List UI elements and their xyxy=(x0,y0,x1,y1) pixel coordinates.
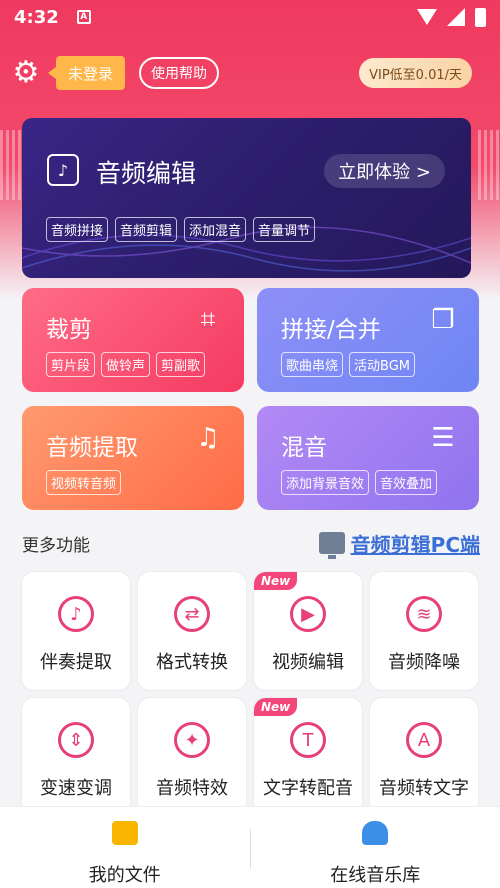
text-to-speech-icon: T xyxy=(290,722,326,758)
folder-icon xyxy=(111,821,138,845)
new-badge: New xyxy=(254,572,298,590)
crop-icon: ⌗ xyxy=(200,305,216,335)
concat-card-title: 拼接/合并 xyxy=(281,317,381,343)
card-tag[interactable]: 做铃声 xyxy=(101,352,151,377)
card-tag[interactable]: 添加背景音效 xyxy=(281,470,370,495)
extract-card-title: 音频提取 xyxy=(46,435,138,461)
tool-label: 音频降噪 xyxy=(388,652,460,673)
vip-button[interactable]: VIP低至0.01/天 xyxy=(359,58,472,88)
nav-label: 我的文件 xyxy=(88,865,161,886)
banner-tags: 音频拼接 音频剪辑 添加混音 音量调节 xyxy=(46,217,316,242)
more-features-label: 更多功能 xyxy=(22,535,90,556)
video-icon: ▶ xyxy=(290,596,326,632)
banner-tag[interactable]: 音量调节 xyxy=(253,217,316,242)
status-bar: 4:32 A xyxy=(0,0,500,34)
tool-audio-effects[interactable]: ✦ 音频特效 xyxy=(138,698,246,816)
speed-icon: ⇕ xyxy=(58,722,94,758)
tool-label: 视频编辑 xyxy=(272,652,344,673)
concat-card[interactable]: 拼接/合并 ❐ 歌曲串烧 活动BGM xyxy=(257,288,479,392)
new-badge: New xyxy=(254,698,298,716)
nav-music-library[interactable]: 在线音乐库 xyxy=(251,807,500,888)
tool-text-to-speech[interactable]: New T 文字转配音 xyxy=(254,698,362,816)
headphones-icon xyxy=(362,821,389,845)
banner-tag[interactable]: 音频剪辑 xyxy=(115,217,178,242)
audio-edit-banner[interactable]: ♪ 音频编辑 立即体验 > 音频拼接 音频剪辑 添加混音 音量调节 xyxy=(22,118,471,278)
magic-wand-icon: ✦ xyxy=(174,722,210,758)
convert-icon: ⇄ xyxy=(174,596,210,632)
wifi-icon xyxy=(417,9,437,25)
status-time: 4:32 xyxy=(14,6,59,28)
try-now-button[interactable]: 立即体验 > xyxy=(324,154,445,188)
pc-link-label: 音频剪辑PC端 xyxy=(350,532,480,557)
signal-icon xyxy=(447,8,465,26)
music-edit-icon: ♪ xyxy=(47,154,79,186)
card-tag[interactable]: 剪片段 xyxy=(46,352,96,377)
more-features-row: 更多功能 音频剪辑PC端 xyxy=(22,528,480,559)
equalizer-decoration-right xyxy=(478,130,500,200)
notification-a-icon: A xyxy=(76,10,91,24)
pc-version-link[interactable]: 音频剪辑PC端 xyxy=(318,529,480,559)
nav-my-files[interactable]: 我的文件 xyxy=(0,807,250,888)
tool-label: 格式转换 xyxy=(156,652,228,673)
banner-tag[interactable]: 音频拼接 xyxy=(46,217,109,242)
tool-format-convert[interactable]: ⇄ 格式转换 xyxy=(138,572,246,690)
tool-label: 伴奏提取 xyxy=(40,652,112,673)
tool-label: 音频转文字 xyxy=(379,778,469,799)
mix-card-title: 混音 xyxy=(281,435,327,461)
card-tag[interactable]: 音效叠加 xyxy=(375,470,438,495)
bottom-nav: 我的文件 在线音乐库 xyxy=(0,806,500,888)
monitor-icon xyxy=(318,532,345,559)
login-badge[interactable]: 未登录 xyxy=(47,56,126,90)
tool-video-edit[interactable]: New ▶ 视频编辑 xyxy=(254,572,362,690)
top-bar: ⚙ 未登录 使用帮助 VIP低至0.01/天 xyxy=(10,54,472,92)
tool-label: 文字转配音 xyxy=(263,778,353,799)
battery-icon xyxy=(475,7,486,27)
tool-accompaniment-extract[interactable]: ♪ 伴奏提取 xyxy=(22,572,130,690)
music-note-icon: ♪ xyxy=(58,596,94,632)
gear-icon[interactable]: ⚙ xyxy=(10,57,42,89)
extract-icon: ♫ xyxy=(196,423,220,453)
banner-tag[interactable]: 添加混音 xyxy=(184,217,247,242)
card-tag[interactable]: 歌曲串烧 xyxy=(281,352,344,377)
banner-title: 音频编辑 xyxy=(96,159,197,188)
sliders-icon: ☰ xyxy=(431,423,455,453)
mix-card[interactable]: 混音 ☰ 添加背景音效 音效叠加 xyxy=(257,406,479,510)
card-tag[interactable]: 视频转音频 xyxy=(46,470,122,495)
extract-card[interactable]: 音频提取 ♫ 视频转音频 xyxy=(22,406,244,510)
crop-card-title: 裁剪 xyxy=(46,317,92,343)
tool-label: 音频特效 xyxy=(156,778,228,799)
nav-label: 在线音乐库 xyxy=(330,865,421,886)
crop-card[interactable]: 裁剪 ⌗ 剪片段 做铃声 剪副歌 xyxy=(22,288,244,392)
speech-to-text-icon: A xyxy=(406,722,442,758)
tool-denoise[interactable]: ≋ 音频降噪 xyxy=(370,572,478,690)
help-button[interactable]: 使用帮助 xyxy=(139,57,220,89)
waveform-icon: ≋ xyxy=(406,596,442,632)
card-tag[interactable]: 剪副歌 xyxy=(156,352,206,377)
equalizer-decoration-left xyxy=(0,130,22,200)
tool-speech-to-text[interactable]: A 音频转文字 xyxy=(370,698,478,816)
card-tag[interactable]: 活动BGM xyxy=(349,352,415,377)
tool-label: 变速变调 xyxy=(40,778,112,799)
concat-icon: ❐ xyxy=(431,305,455,335)
tool-speed-pitch[interactable]: ⇕ 变速变调 xyxy=(22,698,130,816)
